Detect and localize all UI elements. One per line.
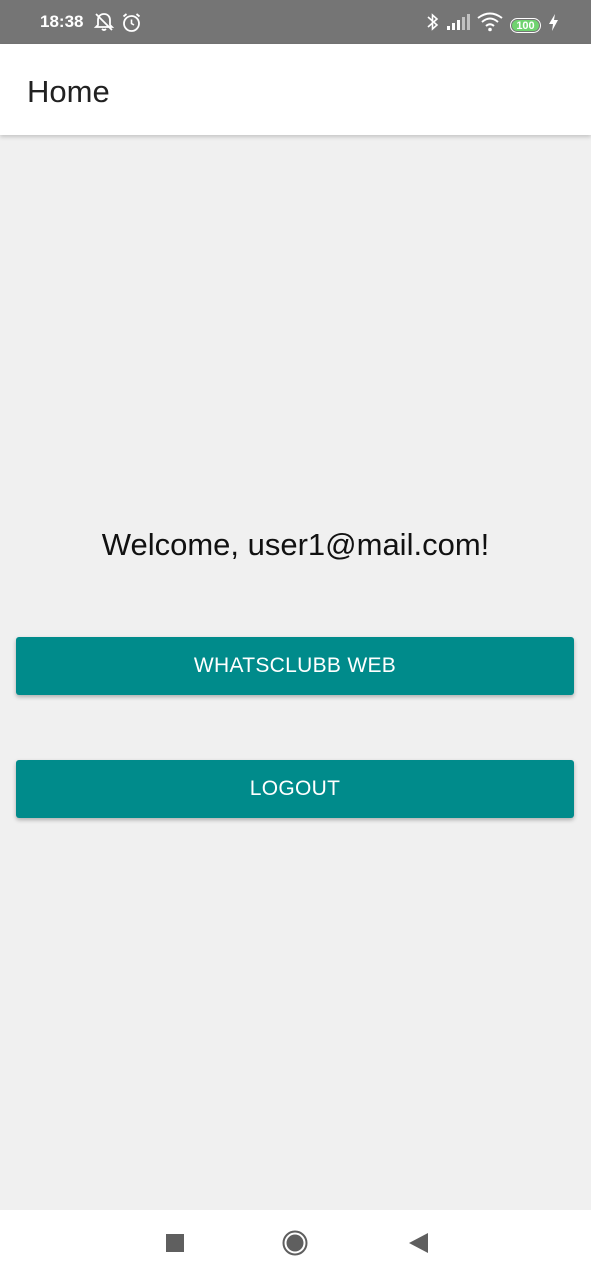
whatsclubb-web-button[interactable]: WHATSCLUBB WEB xyxy=(16,637,574,695)
navigation-bar xyxy=(0,1210,591,1280)
home-icon xyxy=(282,1230,308,1261)
recent-apps-button[interactable] xyxy=(150,1210,200,1280)
bluetooth-icon xyxy=(426,0,440,44)
cellular-signal-icon xyxy=(446,0,470,44)
alarm-clock-icon xyxy=(121,0,142,44)
welcome-message: Welcome, user1@mail.com! xyxy=(101,527,490,562)
page-title: Home xyxy=(27,74,110,109)
charging-bolt-icon xyxy=(548,0,559,44)
status-time: 18:38 xyxy=(40,12,84,31)
back-button[interactable] xyxy=(393,1210,443,1280)
home-button[interactable] xyxy=(270,1210,320,1280)
status-bar: 18:38 100 xyxy=(0,0,591,44)
wifi-icon xyxy=(477,0,503,44)
app-bar: Home xyxy=(0,44,591,135)
battery-icon: 100 xyxy=(510,18,541,33)
back-icon xyxy=(408,1232,428,1258)
alarm-off-icon xyxy=(93,0,115,44)
battery-level: 100 xyxy=(516,19,535,32)
logout-button[interactable]: LOGOUT xyxy=(16,760,574,818)
recent-apps-icon xyxy=(166,1233,184,1257)
